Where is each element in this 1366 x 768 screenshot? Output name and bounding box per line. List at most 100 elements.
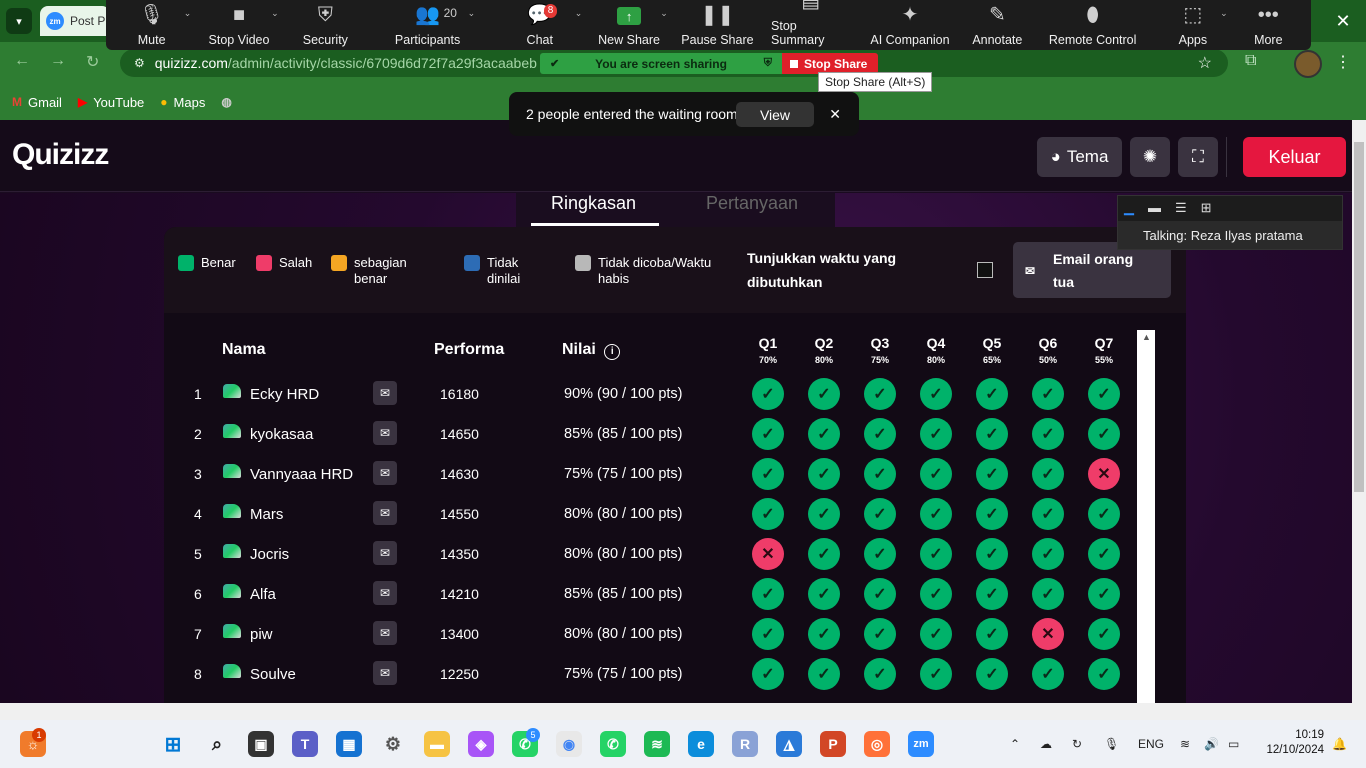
correct-answer-icon[interactable]: ✓ xyxy=(976,378,1008,410)
correct-answer-icon[interactable]: ✓ xyxy=(920,658,952,690)
correct-answer-icon[interactable]: ✓ xyxy=(752,658,784,690)
question-header-4[interactable]: Q4 80% xyxy=(918,335,954,365)
correct-answer-icon[interactable]: ✓ xyxy=(1032,418,1064,450)
correct-answer-icon[interactable]: ✓ xyxy=(752,498,784,530)
info-icon[interactable]: i xyxy=(604,344,621,360)
view-waiting-room-button[interactable]: View xyxy=(736,102,814,127)
email-parents-button[interactable]: ✉ Email orang tua xyxy=(1013,242,1171,298)
correct-answer-icon[interactable]: ✓ xyxy=(920,578,952,610)
powerpoint-icon[interactable]: P xyxy=(820,731,846,757)
player-name[interactable]: Mars xyxy=(250,506,283,523)
minimize-icon[interactable]: ▁ xyxy=(1124,200,1134,216)
zoom-icon[interactable]: zm xyxy=(908,731,934,757)
r-app-icon[interactable]: R xyxy=(732,731,758,757)
correct-answer-icon[interactable]: ✓ xyxy=(864,498,896,530)
single-view-icon[interactable]: ▬ xyxy=(1148,200,1161,216)
bookmark-globe[interactable]: ◍ xyxy=(221,95,231,109)
notification-icon[interactable]: 🔔 xyxy=(1332,737,1347,751)
question-header-2[interactable]: Q2 80% xyxy=(806,335,842,365)
exit-button[interactable]: Keluar xyxy=(1243,137,1346,177)
correct-answer-icon[interactable]: ✓ xyxy=(864,418,896,450)
correct-answer-icon[interactable]: ✓ xyxy=(808,498,840,530)
settings-icon[interactable]: ⚙ xyxy=(380,731,406,757)
correct-answer-icon[interactable]: ✓ xyxy=(808,458,840,490)
chevron-down-icon[interactable]: ⌄ xyxy=(575,8,583,19)
celebrate-button[interactable]: ✺ xyxy=(1130,137,1170,177)
window-close-button[interactable]: ✕ xyxy=(1320,0,1366,42)
scroll-up-icon[interactable]: ▲ xyxy=(1142,332,1151,342)
forward-icon[interactable]: → xyxy=(50,52,66,70)
stop-share-button[interactable]: Stop Share xyxy=(782,53,878,74)
correct-answer-icon[interactable]: ✓ xyxy=(1032,578,1064,610)
player-name[interactable]: Soulve xyxy=(250,666,296,683)
email-player-button[interactable]: ✉ xyxy=(373,541,397,565)
wifi-icon[interactable]: ≋ xyxy=(1180,737,1190,751)
copilot-icon[interactable]: ◈ xyxy=(468,731,494,757)
file-explorer-icon[interactable]: ▬ xyxy=(424,731,450,757)
system-clock[interactable]: 10:19 12/10/2024 xyxy=(1258,728,1324,758)
question-header-6[interactable]: Q6 50% xyxy=(1030,335,1066,365)
correct-answer-icon[interactable]: ✓ xyxy=(864,618,896,650)
wrong-answer-icon[interactable]: ✕ xyxy=(1088,458,1120,490)
correct-answer-icon[interactable]: ✓ xyxy=(808,378,840,410)
scrollbar-thumb[interactable] xyxy=(1354,142,1364,492)
correct-answer-icon[interactable]: ✓ xyxy=(1088,578,1120,610)
tab-questions[interactable]: Pertanyaan xyxy=(706,193,798,214)
apps-button[interactable]: ⬚ ⌄ Apps xyxy=(1160,0,1228,50)
correct-answer-icon[interactable]: ✓ xyxy=(864,458,896,490)
correct-answer-icon[interactable]: ✓ xyxy=(976,498,1008,530)
tab-summary[interactable]: Ringkasan xyxy=(551,193,636,214)
correct-answer-icon[interactable]: ✓ xyxy=(976,578,1008,610)
extensions-icon[interactable]: ⧉ xyxy=(1245,52,1256,70)
language-indicator[interactable]: ENG xyxy=(1138,737,1164,751)
task-view-icon[interactable]: ▣ xyxy=(248,731,274,757)
battery-icon[interactable]: ▭ xyxy=(1228,737,1239,751)
correct-answer-icon[interactable]: ✓ xyxy=(1088,618,1120,650)
correct-answer-icon[interactable]: ✓ xyxy=(864,538,896,570)
correct-answer-icon[interactable]: ✓ xyxy=(920,618,952,650)
correct-answer-icon[interactable]: ✓ xyxy=(920,538,952,570)
correct-answer-icon[interactable]: ✓ xyxy=(1032,378,1064,410)
correct-answer-icon[interactable]: ✓ xyxy=(808,618,840,650)
correct-answer-icon[interactable]: ✓ xyxy=(1088,538,1120,570)
correct-answer-icon[interactable]: ✓ xyxy=(808,658,840,690)
reload-icon[interactable]: ↻ xyxy=(86,52,99,72)
correct-answer-icon[interactable]: ✓ xyxy=(752,578,784,610)
horizontal-scrollbar[interactable] xyxy=(0,703,1366,720)
page-scrollbar[interactable] xyxy=(1352,120,1366,703)
player-name[interactable]: Ecky HRD xyxy=(250,386,319,403)
question-header-1[interactable]: Q1 70% xyxy=(750,335,786,365)
email-player-button[interactable]: ✉ xyxy=(373,621,397,645)
correct-answer-icon[interactable]: ✓ xyxy=(808,578,840,610)
split-view-icon[interactable]: ☰ xyxy=(1175,200,1187,216)
player-name[interactable]: Alfa xyxy=(250,586,276,603)
table-row[interactable]: 5 Jocris ✉ 14350 80% (80 / 100 pts) ✕ ✓ ✓ ✓ ✓ ✓ ✓ xyxy=(164,534,1144,574)
chrome-icon[interactable]: ◉ xyxy=(556,731,582,757)
bookmark-gmail[interactable]: M Gmail xyxy=(12,95,62,110)
edge-icon[interactable]: e xyxy=(688,731,714,757)
player-name[interactable]: Jocris xyxy=(250,546,289,563)
participants-button[interactable]: 👥 20 ⌄ Participants xyxy=(370,0,485,50)
correct-answer-icon[interactable]: ✓ xyxy=(920,498,952,530)
browser-tab[interactable]: zm Post P xyxy=(40,6,110,36)
correct-answer-icon[interactable]: ✓ xyxy=(1088,498,1120,530)
correct-answer-icon[interactable]: ✓ xyxy=(808,418,840,450)
correct-answer-icon[interactable]: ✓ xyxy=(752,458,784,490)
theme-button[interactable]: ◕ Tema xyxy=(1037,137,1122,177)
sync-icon[interactable]: ↻ xyxy=(1072,737,1082,751)
stop-summary-button[interactable]: ▤ Stop Summary xyxy=(771,0,850,50)
tray-overflow-icon[interactable]: ⌃ xyxy=(1010,737,1020,751)
table-row[interactable]: 2 kyokasaa ✉ 14650 85% (85 / 100 pts) ✓ ✓ ✓ ✓ ✓ ✓ ✓ xyxy=(164,414,1144,454)
microphone-tray-icon[interactable]: 🎙 xyxy=(1104,737,1119,751)
photos-icon[interactable]: ◮ xyxy=(776,731,802,757)
volume-icon[interactable]: 🔊 xyxy=(1204,737,1219,751)
correct-answer-icon[interactable]: ✓ xyxy=(976,418,1008,450)
table-scrollbar[interactable]: ▲ xyxy=(1137,330,1155,703)
stop-video-button[interactable]: ■ ⌄ Stop Video xyxy=(197,0,280,50)
ai-companion-button[interactable]: ✦ AI Companion xyxy=(850,0,969,50)
new-share-button[interactable]: ↑ ⌄ New Share xyxy=(594,0,668,50)
correct-answer-icon[interactable]: ✓ xyxy=(752,418,784,450)
tab-list-button[interactable]: ▾ xyxy=(6,8,32,34)
mute-button[interactable]: 🎙 ⌄ Mute xyxy=(106,0,197,50)
email-player-button[interactable]: ✉ xyxy=(373,501,397,525)
